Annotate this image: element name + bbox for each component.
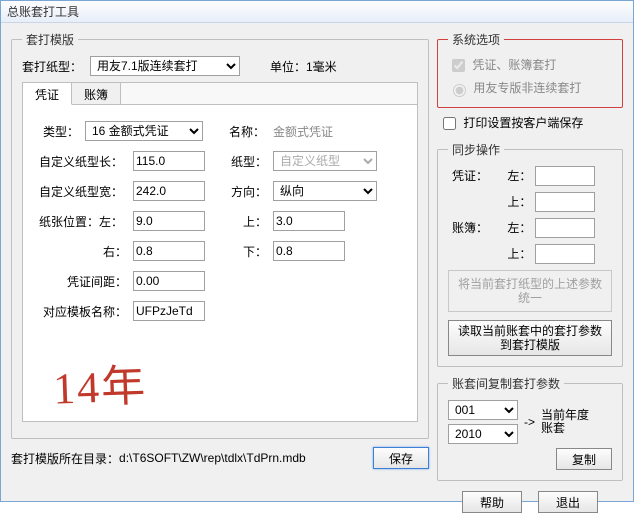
opt1-label: 凭证、账簿套打 xyxy=(472,58,556,72)
sync-voucher-left[interactable] xyxy=(535,166,595,186)
arrow-icon: -> xyxy=(524,415,535,429)
help-button[interactable]: 帮助 xyxy=(462,491,522,513)
dir-label: 方向： xyxy=(227,183,267,200)
opt2-label: 用友专版非连续套打 xyxy=(473,81,581,95)
pos-left-input[interactable] xyxy=(133,211,205,231)
template-legend: 套打模版 xyxy=(22,31,78,48)
sync-group: 同步操作 凭证： 左： 上： 账簿： 左： xyxy=(437,141,623,367)
opt-noncontinuous xyxy=(453,84,466,97)
pos-bottom-label: 下： xyxy=(227,243,267,260)
path-value: d:\T6SOFT\ZW\rep\tdlx\TdPrn.mdb xyxy=(119,451,365,465)
copy-legend: 账套间复制套打参数 xyxy=(448,375,564,392)
sync-unify-box: 将当前套打纸型的上述参数统一 xyxy=(448,270,612,312)
opt-voucher-book xyxy=(452,59,465,72)
opt3-label: 打印设置按客户端保存 xyxy=(463,116,583,130)
paper-select[interactable]: 自定义纸型 xyxy=(273,151,377,171)
pos-right-label: 右： xyxy=(39,243,127,260)
copy-src-select[interactable]: 001 xyxy=(448,400,518,420)
titlebar[interactable]: 总账套打工具 xyxy=(1,1,633,23)
paper-type-select[interactable]: 用友7.1版连续套打 xyxy=(90,56,240,76)
opt-client-save[interactable] xyxy=(443,117,456,130)
copy-note: 当前年度账套 xyxy=(541,409,589,435)
pos-top-label: 上： xyxy=(227,213,267,230)
sync-legend: 同步操作 xyxy=(448,141,504,158)
type-label: 类型： xyxy=(39,123,79,140)
tab-container: 凭证 账簿 类型： 16 金额式凭证 名称： xyxy=(22,82,418,422)
unit-label: 单位：1毫米 xyxy=(270,58,337,75)
tplname-input[interactable] xyxy=(133,301,205,321)
sync-read-button[interactable]: 读取当前账套中的套打参数到套打模版 xyxy=(448,320,612,356)
tab-book[interactable]: 账簿 xyxy=(72,83,121,104)
sync-voucher-label: 凭证： xyxy=(448,167,488,184)
window-title: 总账套打工具 xyxy=(7,5,79,19)
sync-book-label: 账簿： xyxy=(448,219,488,236)
sync-voucher-top[interactable] xyxy=(535,192,595,212)
name-label: 名称： xyxy=(225,123,265,140)
name-value xyxy=(271,121,375,141)
sync-top-label2: 上： xyxy=(491,245,531,262)
type-select[interactable]: 16 金额式凭证 xyxy=(85,121,203,141)
paper-label: 纸型： xyxy=(227,153,267,170)
pos-left-label: 纸张位置：左： xyxy=(39,213,127,230)
copy-dst-select[interactable]: 2010 xyxy=(448,424,518,444)
exit-button[interactable]: 退出 xyxy=(538,491,598,513)
dir-select[interactable]: 纵向 xyxy=(273,181,377,201)
app-window: 总账套打工具 套打模版 套打纸型： 用友7.1版连续套打 单位：1毫米 凭证 账… xyxy=(0,0,634,502)
copy-group: 账套间复制套打参数 001 2010 -> 当前年度账套 复制 xyxy=(437,375,623,481)
pos-right-input[interactable] xyxy=(133,241,205,261)
gap-input[interactable] xyxy=(133,271,205,291)
sync-left-label: 左： xyxy=(491,167,531,184)
gap-label: 凭证间距： xyxy=(39,273,127,290)
pos-top-input[interactable] xyxy=(273,211,345,231)
handwritten-annotation: 14年 xyxy=(52,349,148,416)
options-group: 系统选项 凭证、账簿套打 用友专版非连续套打 xyxy=(437,31,623,108)
custom-w-input[interactable] xyxy=(133,181,205,201)
save-button[interactable]: 保存 xyxy=(373,447,429,469)
tab-voucher[interactable]: 凭证 xyxy=(23,83,72,105)
path-label: 套打模版所在目录： xyxy=(11,450,119,467)
template-group: 套打模版 套打纸型： 用友7.1版连续套打 单位：1毫米 凭证 账簿 xyxy=(11,31,429,439)
sync-top-label1: 上： xyxy=(491,193,531,210)
options-legend: 系统选项 xyxy=(448,31,504,48)
custom-len-label: 自定义纸型长： xyxy=(39,153,127,170)
pos-bottom-input[interactable] xyxy=(273,241,345,261)
sync-left-label2: 左： xyxy=(491,219,531,236)
sync-book-left[interactable] xyxy=(535,218,595,238)
custom-w-label: 自定义纸型宽： xyxy=(39,183,127,200)
paper-type-label: 套打纸型： xyxy=(22,58,84,75)
tplname-label: 对应模板名称： xyxy=(39,303,127,320)
sync-book-top[interactable] xyxy=(535,244,595,264)
copy-button[interactable]: 复制 xyxy=(556,448,612,470)
custom-len-input[interactable] xyxy=(133,151,205,171)
